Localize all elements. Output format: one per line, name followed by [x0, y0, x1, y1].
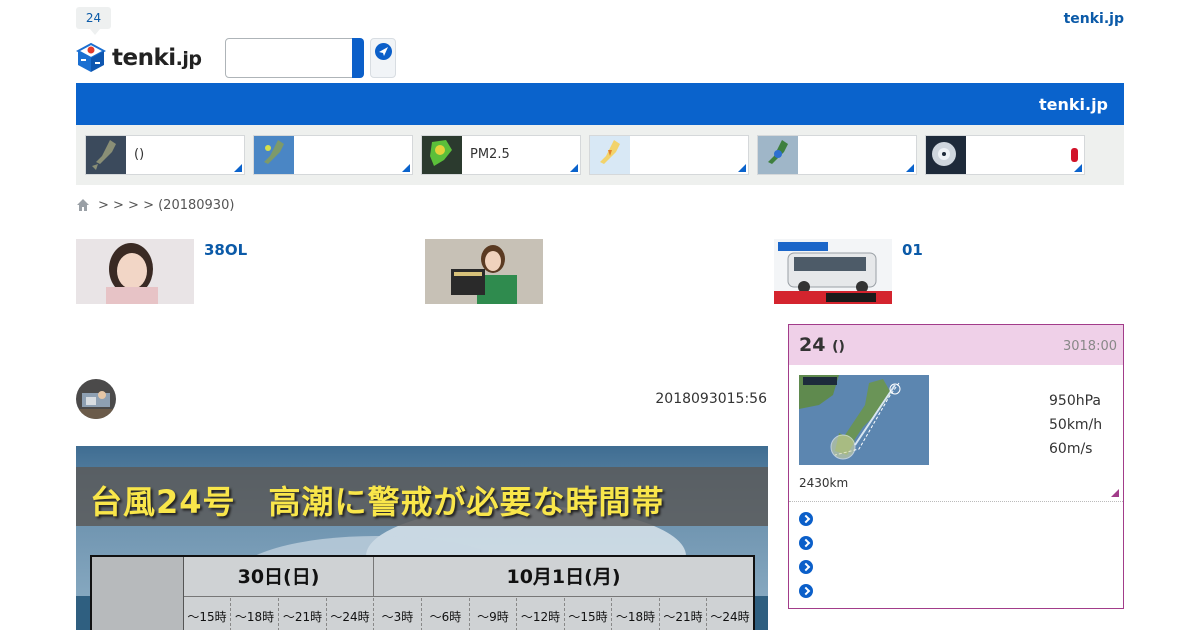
current-location-button[interactable]: [370, 38, 396, 78]
map-card-typhoon[interactable]: [925, 135, 1085, 175]
search-button[interactable]: [352, 38, 364, 78]
table-time-slot: ～6時: [422, 598, 470, 630]
widget-title: 24 (): [799, 334, 845, 356]
table-corner-cell: [92, 557, 184, 630]
expand-corner-icon: [570, 164, 578, 172]
promo-image-1[interactable]: [76, 239, 194, 304]
chevron-right-circle-icon[interactable]: [799, 536, 813, 550]
table-time-slot: ～18時: [231, 598, 279, 630]
japan-weather-map-thumb-icon: [86, 136, 126, 174]
typhoon-speed: 50km/h: [1049, 417, 1103, 433]
table-time-slot: ～24時: [327, 598, 374, 630]
chevron-right-circle-icon[interactable]: [799, 584, 813, 598]
pm25-map-thumb-icon: [422, 136, 462, 174]
main-navbar: tenki.jp: [76, 83, 1124, 125]
map-card-warning[interactable]: [589, 135, 749, 175]
map-card-rain[interactable]: [757, 135, 917, 175]
alert-marker-icon: [1071, 148, 1078, 162]
chevron-right-circle-icon[interactable]: [799, 512, 813, 526]
typhoon-stats: 950hPa 50km/h 60m/s: [1049, 389, 1102, 461]
site-logo[interactable]: tenki.jp: [76, 42, 202, 74]
author-avatar[interactable]: [76, 379, 116, 419]
search-input[interactable]: [225, 38, 353, 78]
map-card-pm25[interactable]: PM2.5: [421, 135, 581, 175]
home-icon[interactable]: [76, 198, 90, 212]
widget-timestamp: 3018:00: [1062, 339, 1117, 354]
hero-title: 台風24号 高潮に警戒が必要な時間帯: [90, 483, 665, 521]
logo-text: tenki.jp: [112, 45, 202, 71]
table-day-header: 30日(日): [184, 557, 374, 597]
map-card-weather[interactable]: (): [85, 135, 245, 175]
map-card-label: PM2.5: [470, 147, 510, 162]
chevron-right-circle-icon[interactable]: [799, 560, 813, 574]
typhoon-pressure: 950hPa: [1049, 393, 1101, 409]
article-hero-image: 台風24号 高潮に警戒が必要な時間帯 30日(日) 10月1日(月) ～15時 …: [76, 446, 768, 630]
table-time-slot: ～15時: [184, 598, 231, 630]
table-time-slot: ～24時: [710, 610, 750, 624]
article-date: 2018093015:56: [655, 391, 767, 407]
expand-corner-icon: [906, 164, 914, 172]
navbar-site-link[interactable]: tenki.jp: [1039, 95, 1108, 114]
expand-corner-icon: [1074, 164, 1082, 172]
promo-image-2[interactable]: [425, 239, 543, 304]
typhoon-distance: 2430km: [799, 476, 849, 490]
expand-corner-icon: [234, 164, 242, 172]
breadcrumb: > > > > (20180930): [76, 197, 234, 213]
table-time-slot: ～3時: [374, 598, 422, 630]
expand-corner-icon: [402, 164, 410, 172]
site-link-top[interactable]: tenki.jp: [1064, 11, 1124, 27]
location-arrow-icon: [375, 43, 392, 60]
widget-header[interactable]: 24 () 3018:00: [789, 325, 1123, 365]
table-time-slot: ～9時: [470, 598, 517, 630]
map-card-radar[interactable]: [253, 135, 413, 175]
breadcrumb-trail[interactable]: > > > > (20180930): [98, 198, 234, 213]
table-day-header: 10月1日(月): [374, 557, 753, 597]
table-time-slot: ～21時: [279, 598, 327, 630]
expand-corner-icon: [738, 164, 746, 172]
typhoon-number-badge[interactable]: 24: [76, 7, 111, 35]
promo-title-1[interactable]: 38OL: [204, 241, 247, 259]
rain-map-thumb-icon: [758, 136, 798, 174]
typhoon-info-widget: 24 () 3018:00 950hPa 50km/h 60m/s 2430km: [788, 324, 1124, 609]
map-card-label: (): [134, 147, 145, 162]
warning-map-thumb-icon: [590, 136, 630, 174]
high-tide-time-table: 30日(日) 10月1日(月) ～15時 ～18時 ～21時 ～24時 ～3時 …: [90, 555, 755, 630]
promo-image-3[interactable]: [774, 239, 892, 304]
expand-corner-icon: [1111, 489, 1119, 497]
cube-logo-icon: [76, 42, 106, 72]
promo-title-3[interactable]: 01: [902, 241, 923, 259]
table-time-slot: ～21時: [660, 598, 707, 630]
table-time-slot: ～12時: [517, 598, 565, 630]
table-time-slot: ～18時: [612, 598, 660, 630]
table-time-slot: ～15時: [565, 598, 612, 630]
widget-divider: [789, 501, 1123, 502]
typhoon-max-wind: 60m/s: [1049, 441, 1093, 457]
radar-map-thumb-icon: [254, 136, 294, 174]
map-card-bar: () PM2.5: [76, 125, 1124, 185]
typhoon-satellite-thumb-icon: [926, 136, 966, 174]
typhoon-track-map[interactable]: [799, 375, 929, 465]
